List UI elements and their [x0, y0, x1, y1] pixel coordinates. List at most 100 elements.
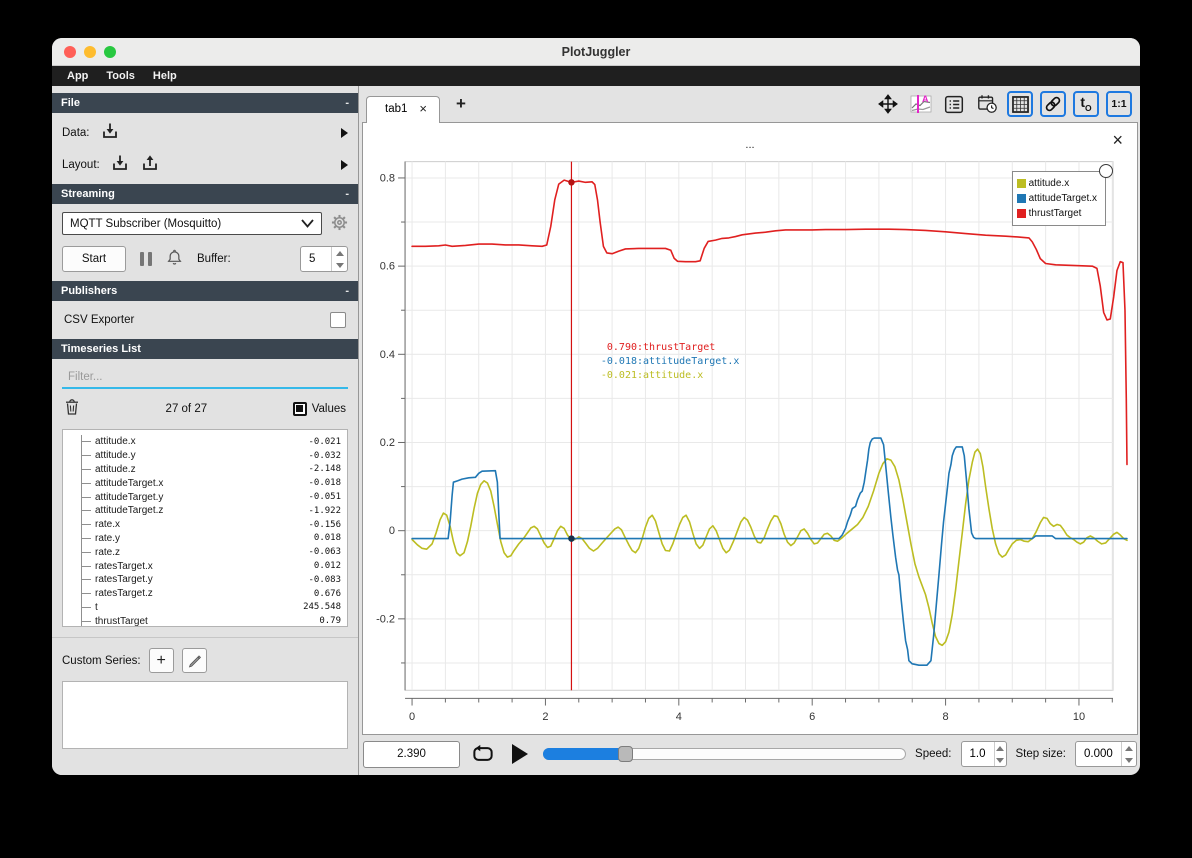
plot-close-button[interactable]: × [1112, 131, 1123, 149]
timeseries-item[interactable]: attitudeTarget.y -0.051 [82, 490, 345, 504]
tab-label: tab1 [385, 103, 408, 115]
loop-button[interactable] [469, 741, 497, 767]
delete-series-trash-icon[interactable] [64, 398, 80, 419]
save-layout-icon[interactable] [140, 154, 160, 175]
menu-item[interactable]: Tools [97, 68, 144, 84]
show-values-checkbox[interactable] [292, 401, 307, 416]
timeseries-item[interactable]: thrustTarget 0.79 [82, 614, 345, 626]
menu-item[interactable]: Help [144, 68, 186, 84]
collapse-icon[interactable]: - [345, 285, 349, 297]
csv-exporter-checkbox[interactable] [330, 312, 346, 328]
publishers-section-header[interactable]: Publishers - [52, 281, 358, 301]
legend-entry[interactable]: attitude.x [1016, 176, 1097, 191]
file-section-header[interactable]: File - [52, 93, 358, 113]
timeseries-item[interactable]: ratesTarget.x 0.012 [82, 559, 345, 573]
streaming-section-header[interactable]: Streaming - [52, 184, 358, 204]
series-name: ratesTarget.z [95, 588, 153, 600]
speed-label: Speed: [915, 748, 952, 760]
plot-pane[interactable]: ... × 0 2 4 6 8 10 -0.2 0 0.2 0.4 0.6 0.8 attitude.… [362, 122, 1138, 735]
buffer-spinbox[interactable]: 5 [300, 246, 348, 272]
spin-down-button[interactable] [995, 754, 1006, 766]
filter-input[interactable] [62, 367, 348, 389]
svg-text:0: 0 [389, 525, 395, 537]
load-layout-icon[interactable] [110, 154, 130, 175]
time-offset-button[interactable]: tO [1073, 91, 1099, 117]
sidebar: File - Data: Layout: Streaming - MQTT Su… [52, 86, 359, 775]
legend-label: attitudeTarget.x [1028, 193, 1097, 204]
load-data-icon[interactable] [100, 122, 120, 143]
spin-up-button[interactable] [995, 742, 1006, 754]
tracker-series: thrustTarget [643, 342, 716, 353]
series-name: rate.y [95, 532, 121, 544]
series-value: -2.148 [308, 464, 341, 475]
timeseries-item[interactable]: attitudeTarget.x -0.018 [82, 476, 345, 490]
tab-close-icon[interactable]: × [419, 102, 427, 115]
calendar-clock-icon [977, 95, 997, 113]
timeline-slider[interactable] [543, 746, 907, 762]
legend-entry[interactable]: attitudeTarget.x [1016, 191, 1097, 206]
legend-toggle-button[interactable] [941, 91, 967, 117]
series-value: 0.018 [313, 533, 341, 544]
time-field[interactable]: 2.390 [363, 740, 460, 768]
spin-down-button[interactable] [1122, 754, 1136, 766]
edit-custom-series-button[interactable] [181, 648, 207, 673]
timeseries-item[interactable]: attitude.y -0.032 [82, 449, 345, 463]
curve-tracker-button[interactable]: A [908, 91, 934, 117]
tab-tab1[interactable]: tab1 × [366, 96, 440, 123]
link-chain-icon [1045, 96, 1061, 112]
play-button[interactable] [506, 741, 534, 767]
plot-toolbar: A tO 1:1 [875, 91, 1132, 117]
plot-legend[interactable]: attitude.x attitudeTarget.x thrustTarget [1011, 164, 1113, 226]
timeseries-item[interactable]: rate.z -0.063 [82, 545, 345, 559]
timeseries-item[interactable]: ratesTarget.z 0.676 [82, 587, 345, 601]
legend-entry[interactable]: thrustTarget [1016, 206, 1097, 221]
layout-row: Layout: [52, 152, 358, 184]
fullscreen-toggle-button[interactable] [875, 91, 901, 117]
tracker-readout: 0.790 : thrustTarget -0.018 : attitudeTa… [595, 341, 739, 383]
layout-menu-arrow-icon[interactable] [341, 159, 348, 170]
series-value: -0.032 [308, 450, 341, 461]
timeseries-item[interactable]: attitude.x -0.021 [82, 435, 345, 449]
streaming-settings-gear-icon[interactable] [331, 214, 348, 234]
timeseries-item[interactable]: rate.x -0.156 [82, 518, 345, 532]
timeseries-item[interactable]: t 245.548 [82, 601, 345, 615]
series-value: -0.083 [308, 574, 341, 585]
speed-spinbox[interactable]: 1.0 [960, 741, 1007, 767]
tracker-line: 0.790 : thrustTarget [595, 341, 739, 355]
start-streaming-button[interactable]: Start [62, 246, 126, 272]
legend-handle-icon[interactable] [1099, 164, 1113, 178]
grid-view-button[interactable] [1007, 91, 1033, 117]
timeseries-item[interactable]: ratesTarget.y -0.083 [82, 573, 345, 587]
data-menu-arrow-icon[interactable] [341, 127, 348, 138]
svg-text:-0.2: -0.2 [376, 613, 395, 625]
add-custom-series-button[interactable]: + [148, 648, 174, 673]
collapse-icon[interactable]: - [345, 97, 349, 109]
add-tab-button[interactable]: + [456, 94, 466, 114]
datetime-scale-button[interactable] [974, 91, 1000, 117]
spin-down-button[interactable] [332, 259, 347, 271]
timeseries-item[interactable]: rate.y 0.018 [82, 532, 345, 546]
timeseries-section-header[interactable]: Timeseries List [52, 339, 358, 359]
series-value: 245.548 [303, 602, 341, 613]
csv-exporter-label: CSV Exporter [64, 314, 135, 326]
plot-title[interactable]: ... [363, 139, 1137, 151]
legend-color-swatch [1016, 209, 1026, 218]
menu-item[interactable]: App [58, 68, 97, 84]
tracker-line: -0.018 : attitudeTarget.x [595, 355, 739, 369]
link-axes-button[interactable] [1040, 91, 1066, 117]
svg-text:0.8: 0.8 [380, 172, 395, 184]
streaming-source-select[interactable]: MQTT Subscriber (Mosquitto) [62, 212, 322, 235]
loop-arrow-icon [473, 744, 493, 761]
notifications-bell-icon[interactable] [166, 249, 183, 270]
pause-icon[interactable] [140, 252, 152, 266]
collapse-icon[interactable]: - [345, 188, 349, 200]
series-value: -0.051 [308, 492, 341, 503]
series-name: attitude.z [95, 463, 136, 475]
ratio-button[interactable]: 1:1 [1106, 91, 1132, 117]
timeseries-item[interactable]: attitudeTarget.z -1.922 [82, 504, 345, 518]
slider-handle[interactable] [617, 746, 633, 762]
timeseries-item[interactable]: attitude.z -2.148 [82, 463, 345, 477]
step-size-spinbox[interactable]: 0.000 [1075, 741, 1137, 767]
spin-up-button[interactable] [1122, 742, 1136, 754]
spin-up-button[interactable] [332, 247, 347, 259]
